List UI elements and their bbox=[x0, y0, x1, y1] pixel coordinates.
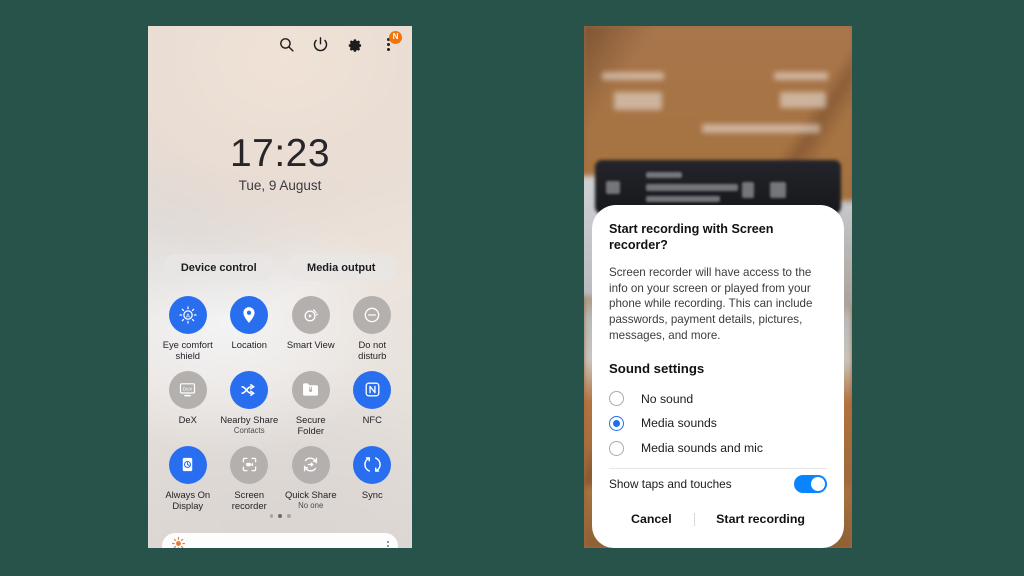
svg-text:DeX: DeX bbox=[183, 387, 193, 393]
gear-icon[interactable] bbox=[346, 36, 363, 53]
blurred-notification-text bbox=[646, 172, 682, 178]
tile-label: Smart View bbox=[286, 339, 335, 350]
tile-label: Do not disturb bbox=[358, 339, 387, 362]
dialog-action-bar: Cancel Start recording bbox=[609, 499, 827, 548]
blurred-notification-text bbox=[770, 182, 786, 198]
nfc-icon bbox=[353, 370, 392, 409]
radio-option-label: Media sounds and mic bbox=[641, 441, 763, 456]
tile-sublabel: No one bbox=[298, 501, 324, 511]
tile-label: Nearby Share bbox=[220, 413, 279, 425]
tile-nfc[interactable]: NFC bbox=[342, 370, 404, 437]
tile-quick-share[interactable]: Quick Share No one bbox=[280, 445, 342, 512]
eye-comfort-shield-icon: A bbox=[168, 296, 207, 334]
tile-smart-view[interactable]: Smart View bbox=[280, 296, 342, 362]
tile-label: Eye comfort shield bbox=[162, 339, 213, 362]
cancel-button[interactable]: Cancel bbox=[609, 508, 694, 530]
page-dot[interactable] bbox=[287, 514, 291, 518]
clock-time: 17:23 bbox=[229, 132, 331, 175]
dex-icon: DeX bbox=[168, 370, 207, 409]
tile-label: DeX bbox=[178, 413, 197, 425]
tile-screen-recorder[interactable]: Screen recorder bbox=[219, 445, 281, 512]
toggle-label: Show taps and touches bbox=[609, 476, 732, 491]
page-dot[interactable] bbox=[269, 514, 273, 518]
tile-sync[interactable]: Sync bbox=[342, 445, 404, 512]
permission-dialog: Start recording with Screen recorder? Sc… bbox=[592, 205, 844, 548]
quick-panel-page-dots bbox=[148, 514, 412, 518]
tile-label: Always On Display bbox=[165, 488, 211, 512]
show-taps-and-touches-row[interactable]: Show taps and touches bbox=[609, 469, 827, 499]
brightness-sun-icon bbox=[171, 536, 186, 548]
radio-option-label: No sound bbox=[641, 391, 694, 406]
sync-icon bbox=[353, 445, 392, 484]
quick-panel-pill-row: Device control Media output bbox=[163, 254, 397, 281]
secure-folder-icon bbox=[291, 370, 330, 409]
radio-option-media-sounds-and-mic[interactable]: Media sounds and mic bbox=[609, 436, 827, 461]
quick-panel-statusbar: N bbox=[148, 26, 412, 62]
more-options-icon[interactable]: N bbox=[380, 30, 402, 53]
screen-recorder-dialog-phone-screen: Start recording with Screen recorder? Sc… bbox=[584, 26, 852, 548]
tile-sublabel: Contacts bbox=[233, 426, 265, 436]
radio-option-no-sound[interactable]: No sound bbox=[609, 386, 827, 411]
radio-option-label: Media sounds bbox=[641, 416, 717, 431]
radio-button-icon[interactable] bbox=[609, 440, 624, 456]
tile-label: NFC bbox=[362, 413, 382, 425]
blurred-notification-text bbox=[646, 184, 738, 191]
smart-view-icon bbox=[291, 296, 330, 334]
dialog-body-text: Screen recorder will have access to the … bbox=[609, 265, 813, 343]
power-icon[interactable] bbox=[312, 36, 329, 53]
tile-secure-folder[interactable]: Secure Folder bbox=[280, 370, 342, 437]
blurred-notification-icon bbox=[606, 181, 620, 194]
brightness-slider[interactable] bbox=[162, 533, 398, 548]
brightness-more-options-icon[interactable] bbox=[386, 540, 389, 548]
page-dot-active[interactable] bbox=[278, 514, 282, 518]
tile-dex[interactable]: DeX DeX bbox=[157, 370, 219, 437]
radio-button-icon[interactable] bbox=[609, 391, 624, 407]
always-on-display-icon bbox=[168, 445, 207, 484]
dialog-title: Start recording with Screen recorder? bbox=[609, 222, 774, 253]
tile-location[interactable]: Location bbox=[219, 296, 281, 362]
svg-text:A: A bbox=[186, 314, 190, 320]
toggle-knob bbox=[811, 476, 825, 491]
show-taps-toggle-switch[interactable] bbox=[794, 474, 827, 493]
blurred-widget-text bbox=[780, 92, 826, 108]
screen-recorder-icon bbox=[230, 445, 269, 484]
search-icon[interactable] bbox=[278, 36, 295, 53]
quick-share-icon bbox=[291, 445, 330, 484]
notification-badge: N bbox=[389, 30, 402, 44]
quick-settings-phone-screen: N 17:23 Tue, 9 August Device control Med… bbox=[148, 26, 412, 548]
nearby-share-icon bbox=[230, 370, 269, 409]
start-recording-button[interactable]: Start recording bbox=[694, 508, 827, 530]
sound-settings-heading: Sound settings bbox=[609, 361, 705, 377]
device-control-button[interactable]: Device control bbox=[163, 254, 275, 281]
blurred-notification-text bbox=[646, 196, 720, 202]
tile-nearby-share[interactable]: Nearby Share Contacts bbox=[219, 370, 281, 437]
tile-eye-comfort-shield[interactable]: A Eye comfort shield bbox=[157, 296, 219, 362]
do-not-disturb-icon bbox=[353, 296, 392, 334]
tile-label: Screen recorder bbox=[231, 488, 267, 512]
tile-label: Quick Share bbox=[284, 488, 337, 500]
tile-always-on-display[interactable]: Always On Display bbox=[157, 445, 219, 512]
radio-option-media-sounds[interactable]: Media sounds bbox=[609, 411, 827, 436]
tile-label: Location bbox=[231, 339, 267, 350]
blurred-notification-text bbox=[742, 182, 754, 198]
tile-do-not-disturb[interactable]: Do not disturb bbox=[342, 296, 404, 362]
lockscreen-clock: 17:23 Tue, 9 August bbox=[148, 132, 412, 193]
location-pin-icon bbox=[230, 296, 269, 334]
radio-button-selected-icon[interactable] bbox=[609, 415, 624, 431]
blurred-widget-text bbox=[602, 72, 664, 80]
quick-settings-tile-grid: A Eye comfort shield Location Smart View… bbox=[157, 296, 403, 512]
blurred-widget-clock bbox=[614, 92, 662, 110]
clock-date: Tue, 9 August bbox=[238, 177, 322, 193]
tile-label: Sync bbox=[361, 488, 383, 500]
blurred-widget-text bbox=[774, 72, 828, 80]
media-output-button[interactable]: Media output bbox=[285, 254, 397, 281]
blurred-widget-text bbox=[702, 124, 820, 133]
tile-label: Secure Folder bbox=[295, 413, 326, 437]
